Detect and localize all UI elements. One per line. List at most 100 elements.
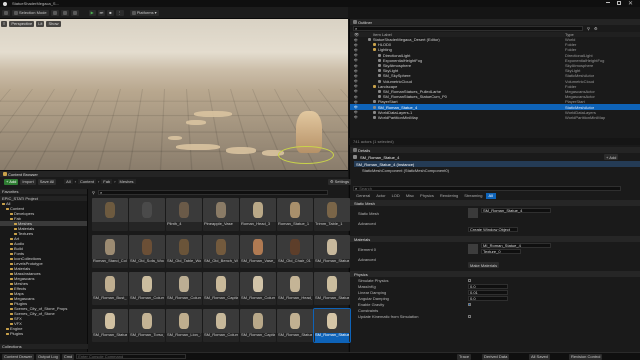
blueprint-button[interactable] (60, 9, 69, 16)
asset-tile[interactable]: SM_Roman_Vase_1 (240, 235, 276, 268)
filter-icon[interactable]: ⚲ (92, 190, 95, 195)
asset-tile[interactable]: Roman_Head_3 (240, 198, 276, 231)
perspective-button[interactable]: Perspective (9, 20, 35, 27)
asset-tile[interactable]: SM_Roman_Statue_4 (313, 308, 351, 343)
asset-tile[interactable]: SM_Roman_Column_4 (203, 309, 239, 342)
asset-tile[interactable]: SM_Roman_Head_1 (277, 272, 313, 305)
static-mesh-picker[interactable]: SM_Roman_Statue_4 (481, 208, 551, 213)
details-filter-tab[interactable]: All (485, 192, 496, 199)
show-button[interactable]: Show (46, 20, 61, 27)
folder-tree-item[interactable]: Plugins (0, 331, 87, 336)
details-filter-tab[interactable]: Actor (373, 193, 388, 199)
cinematics-button[interactable] (70, 9, 79, 16)
outliner-row[interactable]: 👁 WorldPartitionMiniMap WorldPartitionMini… (350, 115, 640, 120)
asset-tile[interactable]: SM_Roman_Statue_5 (92, 309, 128, 342)
create-window-field[interactable]: Create Window Object (468, 226, 518, 232)
asset-tile[interactable]: SM_Roman_Capital_1 (203, 272, 239, 305)
mass-field[interactable]: 0.0 (468, 283, 508, 289)
breadcrumb-item[interactable]: All (64, 179, 73, 184)
minimize-icon[interactable] (606, 2, 610, 3)
component-child[interactable]: StaticMeshComponent (StaticMeshComponent… (354, 167, 640, 173)
all-saved-button[interactable]: All Saved (529, 353, 550, 360)
asset-tile[interactable]: Plinth_4 (166, 198, 202, 231)
asset-tile[interactable]: SM_Roman_Capital_2 (240, 309, 276, 342)
visibility-eye-icon[interactable]: 👁 (354, 43, 358, 47)
material-thumbnail[interactable] (468, 244, 478, 254)
details-filter-tab[interactable]: Streaming (461, 193, 485, 199)
stop-button[interactable]: ■ (107, 9, 114, 16)
asset-tile[interactable]: SM_Old_Chair_01 (277, 235, 313, 268)
add-button[interactable]: + Add (4, 178, 19, 185)
details-filter-tab[interactable]: Rendering (437, 193, 461, 199)
make-materials-button[interactable]: Make Materials (468, 262, 500, 268)
visibility-eye-icon[interactable]: 👁 (354, 110, 358, 114)
play-button[interactable]: ▶ (88, 9, 96, 16)
asset-tile[interactable]: SM_Old_Table_Wood_01 (166, 235, 202, 268)
visibility-eye-icon[interactable]: 👁 (354, 64, 358, 68)
visibility-eye-icon[interactable]: 👁 (354, 84, 358, 88)
add-component-button[interactable]: + Add (604, 154, 619, 160)
visibility-eye-icon[interactable]: 👁 (354, 100, 358, 104)
asset-tile[interactable]: SM_Roman_Torso_1 (129, 309, 165, 342)
breadcrumb-item[interactable]: Meshes (117, 179, 136, 184)
asset-tile[interactable]: SM_Roman_Statue_2 (314, 235, 350, 268)
close-icon[interactable]: ✕ (628, 0, 633, 7)
visibility-eye-icon[interactable]: 👁 (354, 48, 358, 52)
derived-data-button[interactable]: Derived Data (482, 353, 510, 360)
details-filter-tab[interactable]: Misc (403, 193, 417, 199)
revision-control-button[interactable]: Revision Control (569, 353, 603, 360)
asset-tile[interactable]: Pineapple_Vase (203, 198, 239, 231)
asset-tile[interactable]: SM_Roman_Column_3 (240, 272, 276, 305)
asset-search-input[interactable]: ⌕ (97, 190, 328, 195)
output-log-button[interactable]: Output Log (36, 353, 60, 360)
visibility-eye-icon[interactable]: 👁 (354, 74, 358, 78)
asset-tile[interactable]: SM_Roman_Bust_1 (92, 272, 128, 305)
asset-tile[interactable]: SM_Old_Bench_Wood_01 (203, 235, 239, 268)
visibility-eye-icon[interactable]: 👁 (354, 58, 358, 62)
linear-damping-field[interactable]: 0.01 (468, 289, 508, 295)
lit-button[interactable]: Lit (36, 20, 45, 27)
save-all-button[interactable]: Save All (37, 178, 57, 185)
content-drawer-button[interactable]: Content Drawer (2, 353, 35, 360)
asset-tile[interactable]: SM_Roman_Statue_3 (314, 272, 350, 305)
visibility-eye-icon[interactable]: 👁 (354, 105, 358, 109)
selection-gizmo[interactable] (278, 146, 334, 164)
asset-tile[interactable]: Trimm_Table_1 (314, 198, 350, 231)
favorites-header[interactable]: Favorites (0, 189, 87, 194)
update-kinematic-checkbox[interactable] (468, 314, 471, 318)
details-filter-tab[interactable]: General (353, 193, 373, 199)
simulate-physics-checkbox[interactable] (468, 278, 471, 282)
asset-tile[interactable] (92, 198, 128, 231)
visibility-eye-icon[interactable]: 👁 (354, 89, 358, 93)
enable-gravity-checkbox[interactable] (468, 302, 471, 306)
visibility-eye-icon[interactable]: 👁 (354, 95, 358, 99)
actor-name[interactable]: SM_Roman_Statue_4 (360, 155, 399, 160)
breadcrumb-item[interactable]: Fab (101, 179, 113, 184)
asset-tile[interactable]: Roman_Statue_1 (277, 198, 313, 231)
details-filter-tab[interactable]: Physics (417, 193, 437, 199)
eject-button[interactable]: ⋮ (115, 9, 124, 16)
trace-button[interactable]: Trace (457, 353, 472, 360)
cmd-dropdown[interactable]: Cmd (61, 353, 75, 360)
filter-icon[interactable]: ⚲ (587, 26, 590, 31)
collections-header[interactable]: Collections (0, 344, 88, 349)
visibility-eye-icon[interactable]: 👁 (354, 69, 358, 73)
add-actor-button[interactable] (50, 9, 59, 16)
visibility-eye-icon[interactable]: 👁 (354, 53, 358, 57)
asset-tile[interactable]: SM_Old_Sofa_Wood_01 (129, 235, 165, 268)
selection-mode-button[interactable]: Selection Mode (12, 9, 49, 16)
texture-picker[interactable]: Texture_0 (481, 249, 521, 254)
material-picker[interactable]: MI_Roman_Statue_4 (481, 243, 551, 248)
mesh-thumbnail[interactable] (468, 208, 478, 218)
console-input[interactable]: Enter Console Command (76, 354, 187, 359)
asset-tile[interactable]: SM_Roman_Column_2 (166, 272, 202, 305)
angular-damping-field[interactable]: 0.0 (468, 295, 508, 301)
maximize-icon[interactable] (617, 1, 621, 5)
breadcrumb-item[interactable]: Content (77, 179, 96, 184)
platforms-button[interactable]: Platforms ▾ (129, 9, 159, 16)
gear-icon[interactable]: ⚙ (594, 26, 598, 31)
visibility-eye-icon[interactable]: 👁 (354, 79, 358, 83)
outliner-search-input[interactable]: ⌕ (353, 26, 583, 31)
asset-tile[interactable]: SM_Roman_Lion_1 (166, 309, 202, 342)
details-search-input[interactable]: ⌕ Search (353, 186, 621, 191)
